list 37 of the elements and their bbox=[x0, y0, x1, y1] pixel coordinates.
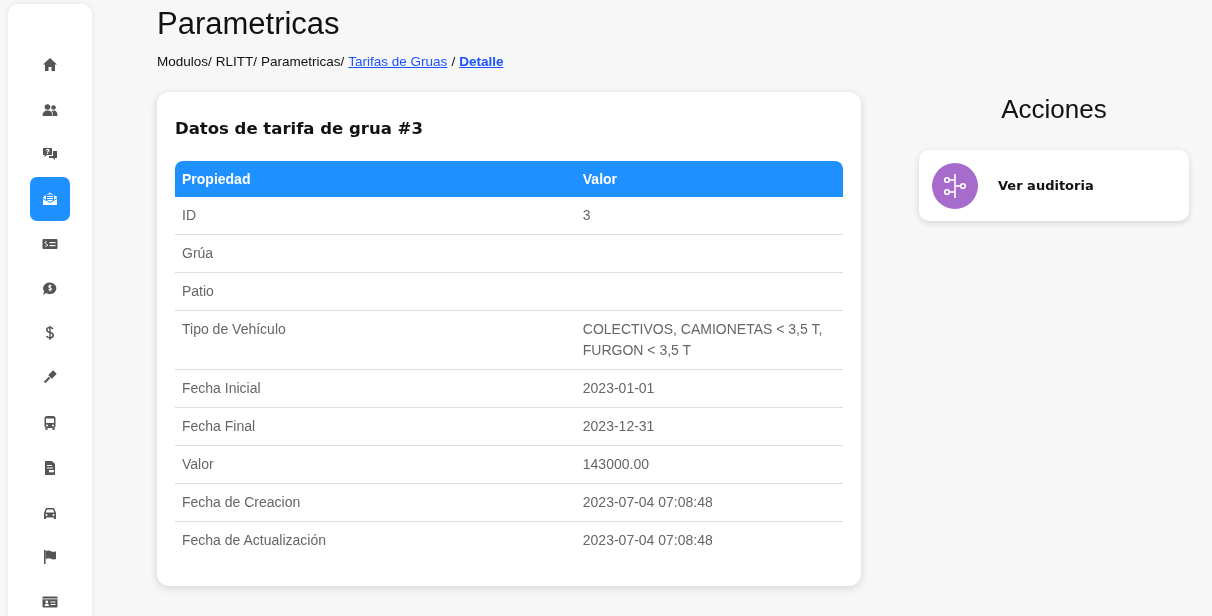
card-title: Datos de tarifa de grua #3 bbox=[175, 118, 424, 140]
breadcrumb-item: RLITT/ bbox=[215, 54, 258, 69]
breadcrumb-link[interactable]: Detalle bbox=[459, 54, 504, 69]
sidebar-item[interactable] bbox=[30, 177, 70, 222]
coin-bubble-icon bbox=[42, 280, 58, 297]
table-cell: Fecha de Actualización bbox=[182, 532, 326, 548]
document-icon bbox=[42, 459, 58, 476]
bus-icon bbox=[42, 415, 58, 431]
page-title: Parametricas bbox=[157, 6, 341, 42]
id-card-icon bbox=[42, 594, 58, 611]
table-cell: Grúa bbox=[182, 245, 214, 261]
table-cell: 2023-01-01 bbox=[582, 380, 655, 396]
table-cell: ID bbox=[182, 207, 196, 223]
table-cell: Tipo de Vehículo bbox=[182, 321, 286, 337]
breadcrumb-item: / bbox=[451, 54, 456, 69]
table-cell: 3 bbox=[582, 207, 591, 223]
breadcrumb-link[interactable]: Tarifas de Gruas bbox=[348, 54, 448, 69]
envelope-icon bbox=[42, 191, 58, 208]
action-card[interactable]: Ver auditoria bbox=[919, 150, 1189, 221]
column-header: Valor bbox=[575, 161, 843, 197]
breadcrumb-item: Modulos/ bbox=[157, 54, 212, 69]
table-cell: Fecha Inicial bbox=[182, 380, 261, 396]
table-cell: Fecha de Creacion bbox=[182, 494, 301, 510]
table-cell: Patio bbox=[182, 283, 214, 299]
table-cell: 2023-07-04 07:08:48 bbox=[582, 494, 713, 510]
users-icon bbox=[42, 101, 58, 118]
home-icon bbox=[42, 56, 58, 73]
table-cell: 143000.00 bbox=[582, 456, 649, 472]
table-cell: 2023-12-31 bbox=[582, 418, 655, 434]
table-cell: Fecha Final bbox=[182, 418, 256, 434]
breadcrumb-item: Parametricas/ bbox=[261, 54, 345, 69]
table-cell: Valor bbox=[182, 456, 214, 472]
flag-icon bbox=[42, 549, 58, 566]
actions-title: Acciones bbox=[1000, 94, 1108, 124]
table-cell: COLECTIVOS, CAMIONETAS < 3,5 T, FURGON < 3,5 T bbox=[582, 321, 823, 358]
column-header: Propiedad bbox=[175, 161, 576, 197]
table-cell: 2023-07-04 07:08:48 bbox=[582, 532, 713, 548]
